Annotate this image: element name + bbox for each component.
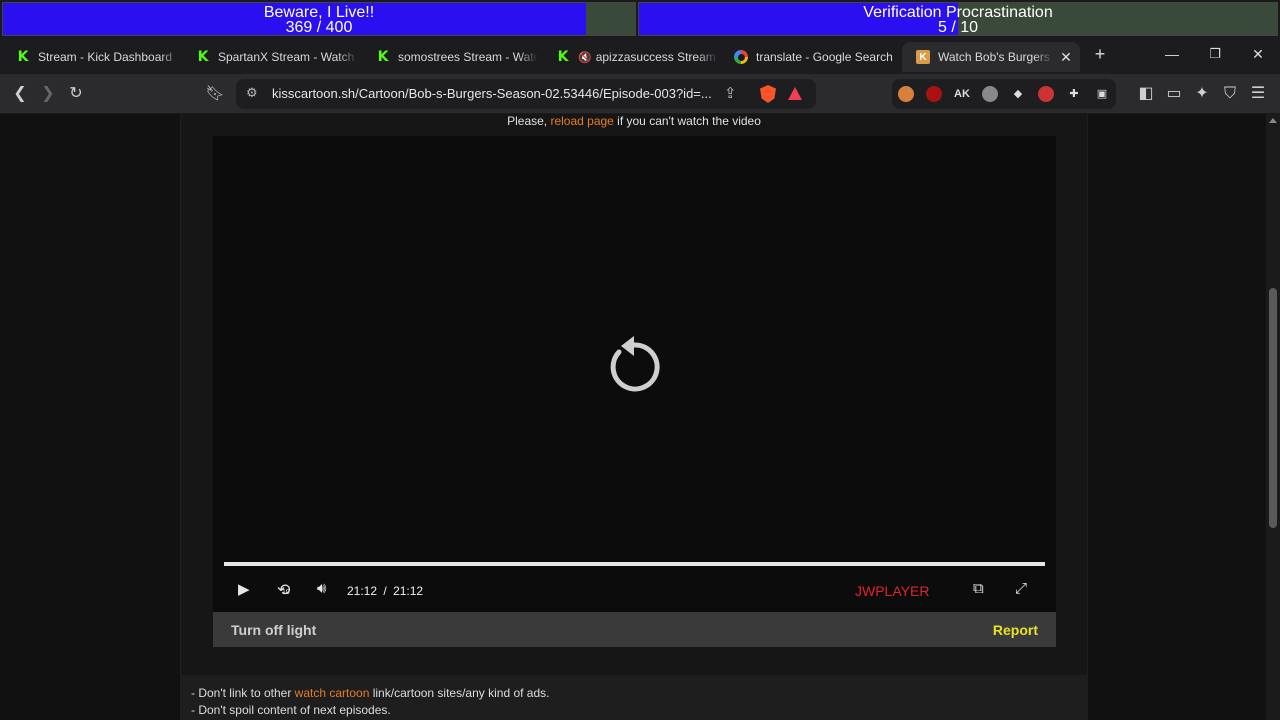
tab-label: SpartanX Stream - Watch Live: [218, 50, 358, 64]
page-scrollbar[interactable]: [1266, 114, 1280, 720]
extension-apf-icon[interactable]: [1038, 86, 1054, 102]
seek-bar[interactable]: [224, 562, 1045, 566]
restore-icon[interactable]: ❐: [1205, 46, 1225, 62]
extension-ublock-icon[interactable]: [926, 86, 942, 102]
tab-spartanx-stream[interactable]: K SpartanX Stream - Watch Live: [182, 42, 358, 72]
goal-bar-1: Beware, I Live!! 369 / 400: [2, 2, 636, 36]
stream-goals-overlay: Beware, I Live!! 369 / 400 Verification …: [0, 0, 1280, 38]
leo-ai-icon[interactable]: ✦: [1192, 84, 1212, 104]
comment-rules: - Don't link to other watch cartoon link…: [181, 675, 1087, 720]
extensions-puzzle-icon[interactable]: ✚: [1066, 86, 1082, 102]
extension-diamond-icon[interactable]: ◆: [1010, 86, 1026, 102]
kick-icon: K: [17, 49, 29, 65]
site-settings-icon[interactable]: ⚙: [246, 85, 258, 101]
url-text[interactable]: kisscartoon.sh/Cartoon/Bob-s-Burgers-Sea…: [272, 86, 712, 101]
watch-cartoon-link[interactable]: watch cartoon: [295, 686, 370, 700]
jwplayer-logo[interactable]: JWPLAYER: [855, 583, 929, 599]
close-window-icon[interactable]: ✕: [1248, 46, 1268, 63]
google-icon: [734, 50, 748, 64]
goal-title-2: Verification Procrastination: [863, 4, 1053, 21]
forward-icon[interactable]: ❯: [38, 84, 58, 104]
rule-1: - Don't link to other watch cartoon link…: [191, 686, 550, 700]
report-button[interactable]: Report: [993, 622, 1038, 638]
reload-icon[interactable]: ↻: [66, 84, 86, 104]
scroll-thumb[interactable]: [1269, 288, 1277, 528]
goal-progress-1: 369 / 400: [285, 19, 353, 36]
goal-title-1: Beware, I Live!!: [263, 4, 375, 21]
scroll-up-arrow-icon[interactable]: [1269, 118, 1277, 123]
left-gutter: [0, 114, 180, 720]
menu-icon[interactable]: ☰: [1248, 84, 1268, 104]
wallet-icon[interactable]: ▭: [1164, 84, 1184, 104]
time-current: 21:12: [347, 584, 378, 598]
extension-ak-icon[interactable]: AK: [954, 86, 970, 102]
vpn-shield-icon[interactable]: ⛉: [1220, 84, 1240, 104]
tab-label: somostrees Stream - Watch Live: [398, 50, 538, 64]
kick-icon: K: [557, 49, 569, 65]
tab-strip: K Stream - Kick Dashboard K SpartanX Str…: [0, 38, 1280, 74]
tab-close-icon[interactable]: ✕: [1058, 49, 1074, 65]
goal-progress-2: 5 / 10: [937, 19, 979, 36]
goal-bar-2: Verification Procrastination 5 / 10: [638, 2, 1278, 36]
main-content: Please, reload page if you can't watch t…: [180, 114, 1088, 720]
tab-somostrees-stream[interactable]: K somostrees Stream - Watch Live: [362, 42, 538, 72]
video-player[interactable]: ▶ ⟲ 10 🔊︎ 21:12 / 21:12 JWPLAYER ⧉ ⤢: [213, 136, 1056, 612]
bookmark-icon[interactable]: 🔖︎: [205, 84, 225, 104]
volume-icon[interactable]: 🔊︎: [317, 580, 326, 597]
brave-shields-icon[interactable]: [760, 85, 776, 103]
time-display: 21:12 / 21:12: [347, 584, 424, 598]
turn-off-light-button[interactable]: Turn off light: [231, 622, 316, 638]
reload-page-link[interactable]: reload page: [550, 114, 613, 128]
address-bar[interactable]: ⚙ kisscartoon.sh/Cartoon/Bob-s-Burgers-S…: [236, 79, 816, 109]
muted-speaker-icon[interactable]: 🔇: [578, 51, 592, 64]
kick-icon: K: [377, 49, 389, 65]
screenshot-icon[interactable]: ▣: [1094, 86, 1110, 102]
tab-bobs-burgers[interactable]: K Watch Bob's Burgers Season 2 ✕: [902, 42, 1080, 72]
minimize-icon[interactable]: —: [1162, 46, 1182, 62]
extensions-area: AK ◆ ✚ ▣: [892, 79, 1116, 109]
tab-google-translate[interactable]: translate - Google Search: [720, 42, 900, 72]
tab-label: translate - Google Search: [756, 50, 893, 64]
rule-2: - Don't spoil content of next episodes.: [191, 703, 391, 717]
replay-icon[interactable]: [603, 336, 665, 398]
kisscartoon-icon: K: [916, 50, 930, 64]
kick-icon: K: [197, 49, 209, 65]
brave-rewards-icon[interactable]: [788, 87, 802, 100]
tab-apizzasuccess-stream[interactable]: K 🔇 apizzasuccess Stream - Watch Live: [542, 42, 718, 72]
time-total: 21:12: [393, 584, 424, 598]
extension-fox-icon[interactable]: [898, 86, 914, 102]
tab-label: Stream - Kick Dashboard: [38, 50, 173, 64]
fullscreen-icon[interactable]: ⤢: [1015, 580, 1027, 597]
extension-circle-icon[interactable]: [982, 86, 998, 102]
player-bottom-bar: Turn off light Report: [213, 612, 1056, 647]
share-icon[interactable]: ⇪: [724, 84, 737, 102]
right-gutter: [1088, 114, 1266, 720]
browser-toolbar: ❮ ❯ ↻ 🔖︎ ⚙ kisscartoon.sh/Cartoon/Bob-s-…: [0, 74, 1280, 114]
tab-kick-dashboard[interactable]: K Stream - Kick Dashboard: [2, 42, 180, 72]
sidebar-icon[interactable]: ◧: [1136, 84, 1156, 104]
reload-notice: Please, reload page if you can't watch t…: [507, 114, 761, 128]
web-page: Please, reload page if you can't watch t…: [0, 114, 1280, 720]
new-tab-button[interactable]: +: [1090, 44, 1110, 65]
picture-in-picture-icon[interactable]: ⧉: [973, 580, 984, 597]
play-icon[interactable]: ▶: [238, 580, 250, 598]
rewind-10-icon[interactable]: ⟲ 10: [277, 580, 290, 600]
back-icon[interactable]: ❮: [10, 84, 30, 104]
